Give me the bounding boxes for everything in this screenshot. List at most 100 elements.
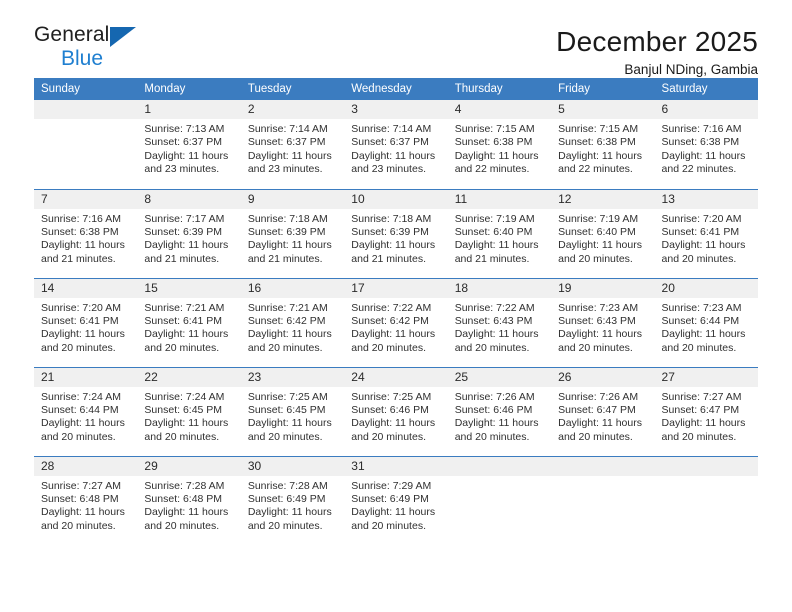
sunset-text: Sunset: 6:38 PM <box>661 136 740 149</box>
day-cell[interactable]: 18 Sunrise: 7:22 AM Sunset: 6:43 PM Dayl… <box>447 277 552 367</box>
day-number: 2 <box>240 100 345 119</box>
week-row: 1 Sunrise: 7:13 AM Sunset: 6:37 PM Dayli… <box>34 100 758 189</box>
day-cell[interactable]: 3 Sunrise: 7:14 AM Sunset: 6:37 PM Dayli… <box>344 100 448 189</box>
sunrise-text: Sunrise: 7:23 AM <box>558 301 639 314</box>
day-cell[interactable] <box>551 455 655 545</box>
sunset-text: Sunset: 6:37 PM <box>247 136 326 149</box>
sunrise-text: Sunrise: 7:16 AM <box>41 212 121 225</box>
sunrise-text: Sunrise: 7:15 AM <box>454 123 535 135</box>
day-cell[interactable]: 26 Sunrise: 7:26 AM Sunset: 6:47 PM Dayl… <box>551 366 655 456</box>
sunset-text: Sunset: 6:39 PM <box>144 225 223 238</box>
page-header: General Blue December 2025 Banjul NDing,… <box>34 0 758 78</box>
day-cell[interactable]: 2 Sunrise: 7:14 AM Sunset: 6:37 PM Dayli… <box>240 100 345 189</box>
day-cell[interactable]: 5 Sunrise: 7:15 AM Sunset: 6:38 PM Dayli… <box>551 100 655 189</box>
day-cell[interactable]: 6 Sunrise: 7:16 AM Sunset: 6:38 PM Dayli… <box>654 100 758 189</box>
weekday-header-row: Sunday Monday Tuesday Wednesday Thursday… <box>34 78 758 100</box>
sunrise-text: Sunrise: 7:13 AM <box>144 123 225 135</box>
day-cell[interactable]: 4 Sunrise: 7:15 AM Sunset: 6:38 PM Dayli… <box>447 100 552 189</box>
weekday-header-monday: Monday <box>137 78 241 100</box>
day-cell[interactable]: 10 Sunrise: 7:18 AM Sunset: 6:39 PM Dayl… <box>344 188 448 278</box>
sunrise-text: Sunrise: 7:23 AM <box>661 301 742 314</box>
day-details: Sunrise: 7:13 AM Sunset: 6:37 PM Dayligh… <box>137 119 240 177</box>
day-details: Sunrise: 7:19 AM Sunset: 6:40 PM Dayligh… <box>448 209 551 267</box>
day-details: Sunrise: 7:26 AM Sunset: 6:47 PM Dayligh… <box>551 387 654 445</box>
day-cell[interactable]: 25 Sunrise: 7:26 AM Sunset: 6:46 PM Dayl… <box>447 366 552 456</box>
calendar-body: 1 Sunrise: 7:13 AM Sunset: 6:37 PM Dayli… <box>34 100 758 545</box>
daylight-text: Daylight: 11 hours and 20 minutes. <box>661 417 746 443</box>
day-cell[interactable]: 27 Sunrise: 7:27 AM Sunset: 6:47 PM Dayl… <box>654 366 758 456</box>
day-cell[interactable] <box>447 455 552 545</box>
sunset-text: Sunset: 6:41 PM <box>41 314 119 327</box>
day-cell[interactable]: 24 Sunrise: 7:25 AM Sunset: 6:46 PM Dayl… <box>344 366 448 456</box>
calendar-page: General Blue December 2025 Banjul NDing,… <box>0 0 792 612</box>
day-details: Sunrise: 7:22 AM Sunset: 6:42 PM Dayligh… <box>344 298 447 356</box>
day-number: 22 <box>137 367 241 387</box>
sunset-text: Sunset: 6:43 PM <box>454 314 533 327</box>
daylight-text: Daylight: 11 hours and 20 minutes. <box>41 328 125 354</box>
day-details: Sunrise: 7:29 AM Sunset: 6:49 PM Dayligh… <box>344 476 447 534</box>
day-cell[interactable]: 12 Sunrise: 7:19 AM Sunset: 6:40 PM Dayl… <box>551 188 655 278</box>
daylight-text: Daylight: 11 hours and 21 minutes. <box>41 239 125 265</box>
sunrise-text: Sunrise: 7:16 AM <box>661 123 742 135</box>
day-number: 29 <box>137 456 241 476</box>
daylight-text: Daylight: 11 hours and 20 minutes. <box>247 506 332 532</box>
day-cell[interactable]: 31 Sunrise: 7:29 AM Sunset: 6:49 PM Dayl… <box>344 455 448 545</box>
day-cell[interactable]: 16 Sunrise: 7:21 AM Sunset: 6:42 PM Dayl… <box>240 277 345 367</box>
day-cell[interactable]: 20 Sunrise: 7:23 AM Sunset: 6:44 PM Dayl… <box>654 277 758 367</box>
daylight-text: Daylight: 11 hours and 20 minutes. <box>558 417 642 443</box>
sunset-text: Sunset: 6:37 PM <box>351 136 429 149</box>
day-details: Sunrise: 7:21 AM Sunset: 6:42 PM Dayligh… <box>241 298 344 356</box>
sunrise-text: Sunrise: 7:19 AM <box>454 212 535 225</box>
sunrise-text: Sunrise: 7:19 AM <box>558 212 639 225</box>
day-number: 5 <box>551 100 655 119</box>
sunset-text: Sunset: 6:39 PM <box>247 225 326 238</box>
day-details: Sunrise: 7:28 AM Sunset: 6:49 PM Dayligh… <box>241 476 344 534</box>
sunrise-text: Sunrise: 7:28 AM <box>144 479 225 492</box>
sunset-text: Sunset: 6:39 PM <box>351 225 429 238</box>
day-cell[interactable]: 30 Sunrise: 7:28 AM Sunset: 6:49 PM Dayl… <box>240 455 345 545</box>
day-cell[interactable]: 14 Sunrise: 7:20 AM Sunset: 6:41 PM Dayl… <box>34 277 138 367</box>
day-cell[interactable]: 22 Sunrise: 7:24 AM Sunset: 6:45 PM Dayl… <box>137 366 241 456</box>
day-details: Sunrise: 7:20 AM Sunset: 6:41 PM Dayligh… <box>34 298 137 356</box>
weekday-header-tuesday: Tuesday <box>240 78 345 100</box>
sunset-text: Sunset: 6:45 PM <box>144 403 223 416</box>
day-number: 23 <box>240 367 345 387</box>
day-cell[interactable]: 29 Sunrise: 7:28 AM Sunset: 6:48 PM Dayl… <box>137 455 241 545</box>
triangle-icon <box>110 27 136 47</box>
day-number: 19 <box>551 278 655 298</box>
sunset-text: Sunset: 6:38 PM <box>41 225 119 238</box>
day-cell[interactable] <box>654 455 758 545</box>
day-details <box>448 476 551 480</box>
sunset-text: Sunset: 6:40 PM <box>454 225 533 238</box>
weekday-header-thursday: Thursday <box>447 78 552 100</box>
day-cell[interactable] <box>34 100 138 189</box>
daylight-text: Daylight: 11 hours and 20 minutes. <box>247 328 332 354</box>
day-cell[interactable]: 7 Sunrise: 7:16 AM Sunset: 6:38 PM Dayli… <box>34 188 138 278</box>
day-number <box>34 100 138 119</box>
day-cell[interactable]: 8 Sunrise: 7:17 AM Sunset: 6:39 PM Dayli… <box>137 188 241 278</box>
day-cell[interactable]: 19 Sunrise: 7:23 AM Sunset: 6:43 PM Dayl… <box>551 277 655 367</box>
day-cell[interactable]: 17 Sunrise: 7:22 AM Sunset: 6:42 PM Dayl… <box>344 277 448 367</box>
daylight-text: Daylight: 11 hours and 20 minutes. <box>351 506 436 532</box>
week-row: 28 Sunrise: 7:27 AM Sunset: 6:48 PM Dayl… <box>34 455 758 545</box>
day-number: 26 <box>551 367 655 387</box>
day-details: Sunrise: 7:15 AM Sunset: 6:38 PM Dayligh… <box>551 119 654 177</box>
day-cell[interactable]: 28 Sunrise: 7:27 AM Sunset: 6:48 PM Dayl… <box>34 455 138 545</box>
logo-text-general: General <box>34 23 110 46</box>
sunset-text: Sunset: 6:48 PM <box>41 492 119 505</box>
day-details: Sunrise: 7:16 AM Sunset: 6:38 PM Dayligh… <box>655 119 758 177</box>
day-details: Sunrise: 7:20 AM Sunset: 6:41 PM Dayligh… <box>655 209 758 267</box>
day-cell[interactable]: 9 Sunrise: 7:18 AM Sunset: 6:39 PM Dayli… <box>240 188 345 278</box>
day-cell[interactable]: 13 Sunrise: 7:20 AM Sunset: 6:41 PM Dayl… <box>654 188 758 278</box>
daylight-text: Daylight: 11 hours and 20 minutes. <box>144 328 229 354</box>
sunrise-text: Sunrise: 7:26 AM <box>454 390 535 403</box>
day-cell[interactable]: 23 Sunrise: 7:25 AM Sunset: 6:45 PM Dayl… <box>240 366 345 456</box>
sunset-text: Sunset: 6:48 PM <box>144 492 223 505</box>
daylight-text: Daylight: 11 hours and 20 minutes. <box>247 417 332 443</box>
day-cell[interactable]: 11 Sunrise: 7:19 AM Sunset: 6:40 PM Dayl… <box>447 188 552 278</box>
day-number: 20 <box>654 278 758 298</box>
day-cell[interactable]: 1 Sunrise: 7:13 AM Sunset: 6:37 PM Dayli… <box>137 100 241 189</box>
day-number: 3 <box>344 100 448 119</box>
day-cell[interactable]: 21 Sunrise: 7:24 AM Sunset: 6:44 PM Dayl… <box>34 366 138 456</box>
day-cell[interactable]: 15 Sunrise: 7:21 AM Sunset: 6:41 PM Dayl… <box>137 277 241 367</box>
